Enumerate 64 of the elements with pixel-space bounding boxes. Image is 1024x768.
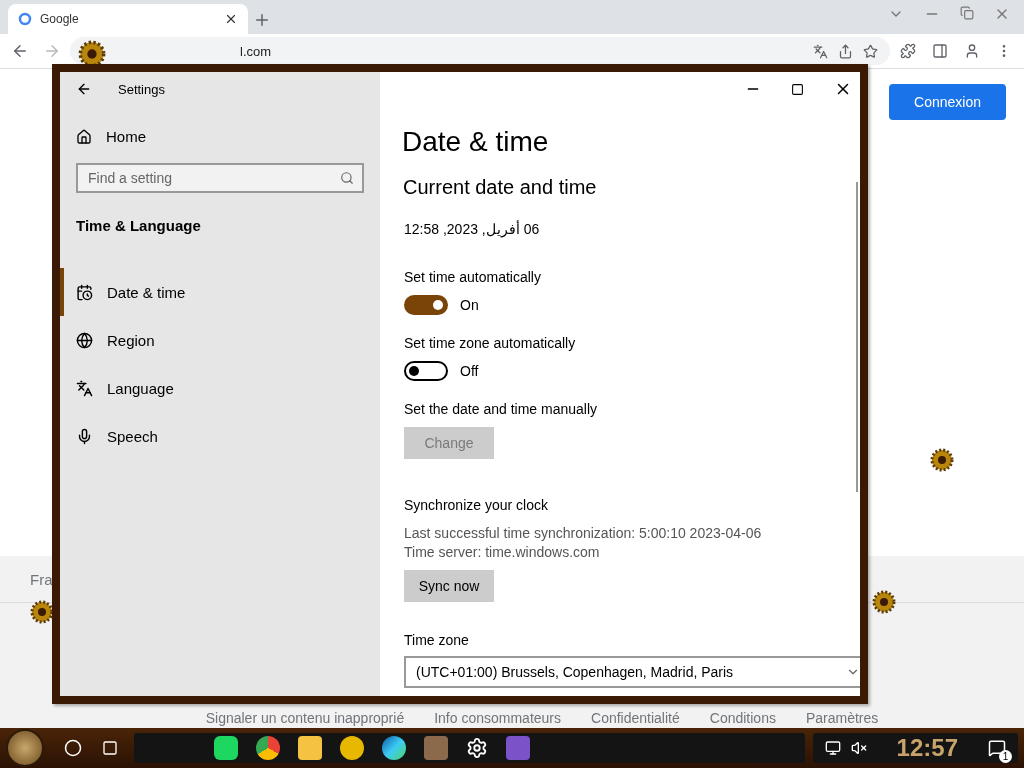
scrollbar[interactable] xyxy=(856,182,858,492)
sidebar-item[interactable]: Language xyxy=(60,364,380,412)
toggle-switch[interactable] xyxy=(404,361,448,381)
toggle-state: Off xyxy=(460,363,479,379)
share-icon[interactable] xyxy=(838,43,853,59)
time-zone-dropdown[interactable]: (UTC+01:00) Brussels, Copenhagen, Madrid, Paris xyxy=(404,656,860,688)
toggle-switch[interactable] xyxy=(404,295,448,315)
globe-icon xyxy=(76,331,93,349)
search-field[interactable]: Find a setting xyxy=(76,163,364,193)
bookmark-star-icon[interactable] xyxy=(863,43,878,59)
start-button[interactable] xyxy=(6,729,44,767)
side-panel-icon[interactable] xyxy=(932,43,948,59)
home-link[interactable]: Home xyxy=(60,106,380,145)
section-heading: Time & Language xyxy=(75,216,202,234)
footer-link[interactable]: Info consommateurs xyxy=(434,710,562,726)
sidebar-item[interactable]: Region xyxy=(60,316,380,364)
volume-muted-icon[interactable] xyxy=(850,740,867,756)
page-title: Date & time xyxy=(402,126,550,158)
task-view-icon[interactable] xyxy=(102,740,118,756)
sign-in-button[interactable]: Connexion xyxy=(889,84,1006,120)
close-tab-icon[interactable] xyxy=(224,12,238,26)
window-title: Settings xyxy=(118,81,165,97)
gear-icon xyxy=(930,448,954,472)
setting-label: Set the date and time manually xyxy=(403,401,598,417)
footer-link[interactable]: Signaler un contenu inapproprié xyxy=(205,710,405,726)
search-icon[interactable] xyxy=(340,171,354,185)
sidebar-item[interactable]: Date & time xyxy=(60,268,380,316)
url-text: l.com xyxy=(240,43,272,59)
setting-label: Synchronize your clock xyxy=(403,497,549,513)
tab-title: Google xyxy=(40,12,80,26)
browser-tab[interactable]: Google xyxy=(8,4,248,34)
chat-app-icon[interactable] xyxy=(214,736,238,760)
settings-icon[interactable] xyxy=(466,737,488,759)
language-icon xyxy=(76,379,93,397)
new-tab-icon[interactable] xyxy=(253,11,271,29)
maximize-icon[interactable] xyxy=(791,82,804,96)
network-icon[interactable] xyxy=(824,740,841,756)
back-icon[interactable] xyxy=(76,81,92,97)
sync-now-button[interactable]: Sync now xyxy=(404,570,494,602)
setting-label: Time zone xyxy=(403,632,470,648)
address-bar[interactable]: l.com xyxy=(70,37,890,65)
footer-link[interactable]: Paramètres xyxy=(805,710,879,726)
setting-label: Set time zone automatically xyxy=(403,335,577,351)
home-icon xyxy=(76,128,92,145)
footer-link[interactable]: Conditions xyxy=(709,710,776,726)
sidebar-item[interactable]: Speech xyxy=(60,412,380,460)
footer-link[interactable]: Confidentialité xyxy=(591,710,680,726)
profile-icon[interactable] xyxy=(964,43,980,59)
restore-icon[interactable] xyxy=(960,6,974,20)
microphone-icon xyxy=(76,427,93,445)
toggle-state: On xyxy=(460,297,479,313)
extensions-icon[interactable] xyxy=(900,43,916,59)
search-circle-icon[interactable] xyxy=(64,739,82,757)
calendar-clock-icon xyxy=(76,283,93,301)
current-date-time: 06 أفريل, 2023, 12:58 xyxy=(403,221,540,237)
notification-count: 1 xyxy=(999,750,1012,763)
setting-label: Set time automatically xyxy=(403,269,542,285)
sync-info: Last successful time synchronization: 5:00:10 2023-04-06 xyxy=(403,525,763,541)
footer-country: Fra xyxy=(30,570,53,588)
translate-icon[interactable] xyxy=(813,43,828,59)
gear-icon xyxy=(872,590,896,614)
section-heading: Current date and time xyxy=(403,176,598,199)
sync-info: Time server: time.windows.com xyxy=(403,544,601,560)
clock[interactable]: 12:57 xyxy=(896,734,958,762)
